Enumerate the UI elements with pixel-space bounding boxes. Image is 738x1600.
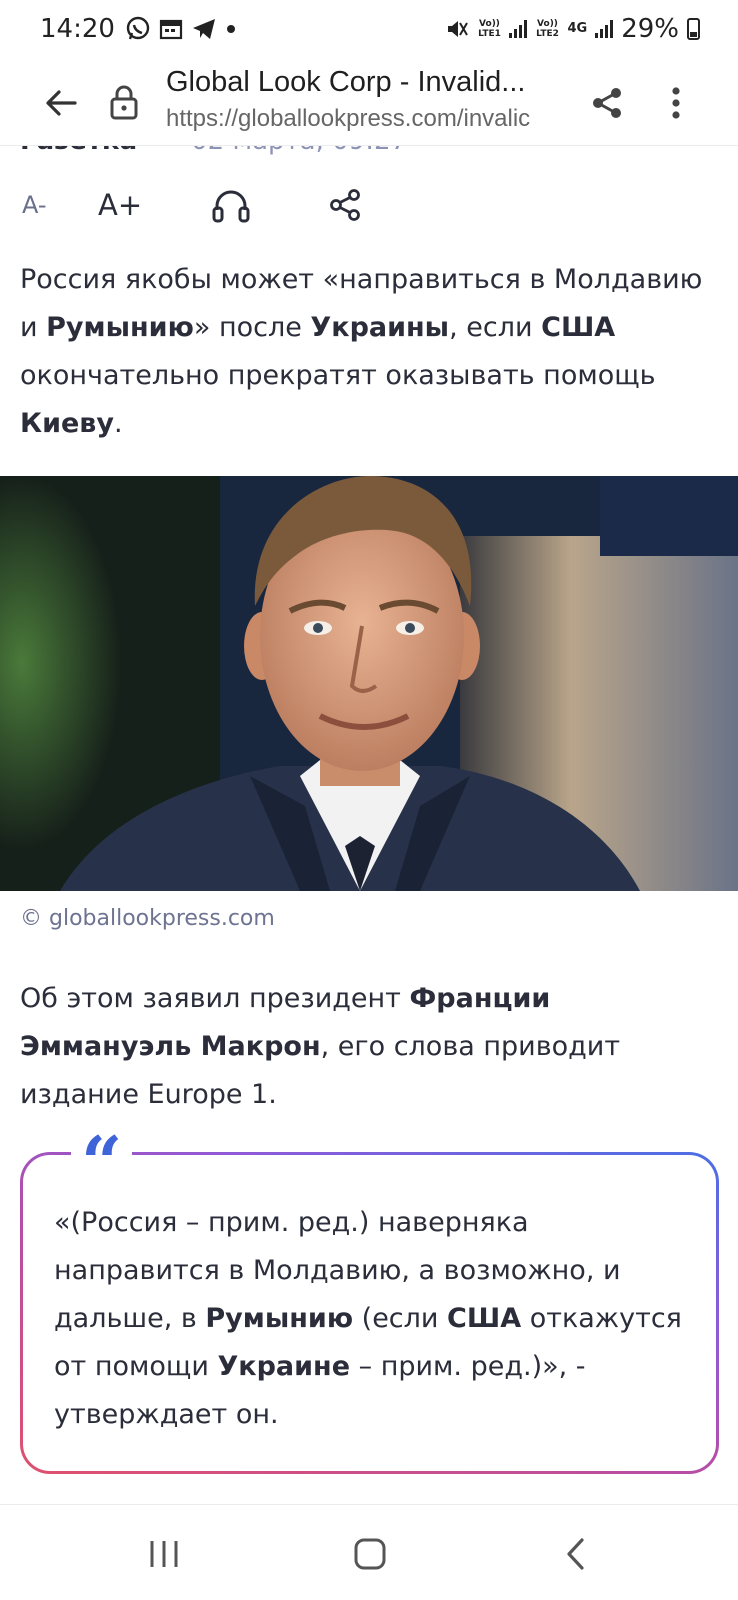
author-link[interactable]: Газетка [20,146,137,156]
tag-romania[interactable]: Румынию [46,312,194,343]
quote-text-2: (если [353,1303,448,1334]
para2-text-1: Об этом заявил президент [20,983,410,1014]
lte1-label: Vo)) LTE1 [478,19,501,39]
share-icon [593,88,621,118]
whatsapp-icon [126,16,150,40]
more-vertical-icon [672,87,680,119]
arrow-left-icon [46,90,77,116]
page-url: https://globallookpress.com/invalic [166,105,531,132]
nav-back-button[interactable] [546,1527,606,1581]
article-toolbar: A- A+ [0,180,738,236]
page-title: Global Look Corp - Invalid... [166,66,526,98]
lead-text-4: окончательно прекратят оказывать помощь [20,360,656,391]
more-options-button[interactable] [658,80,694,126]
home-button[interactable] [340,1527,400,1581]
quote-mark-icon: “ [71,1123,133,1187]
home-icon [354,1538,386,1570]
lead-text-5: . [114,408,123,439]
browser-toolbar: Global Look Corp - Invalid... https://gl… [0,58,738,146]
signal2-icon [595,20,614,38]
battery-percent: 29% [621,14,679,44]
recent-apps-button[interactable] [134,1527,194,1581]
lock-icon [110,85,138,120]
decrease-font-button[interactable]: A- [22,180,47,230]
byline: Газетка — 02 марта, 09:27 [20,146,407,156]
article-photo [0,476,738,891]
listen-button[interactable] [208,180,254,230]
quote-inner: “ «(Россия – прим. ред.) наверняка напра… [23,1123,716,1471]
status-time: 14:20 [40,14,115,44]
quote-text: «(Россия – прим. ред.) наверняка направи… [54,1199,694,1439]
quote-tag-usa[interactable]: США [447,1303,521,1334]
lead-text-3: , если [449,312,542,343]
lte2-label: Vo)) LTE2 [536,19,559,39]
share-nodes-icon [330,189,360,221]
photo-credit: © globallookpress.com [20,906,275,931]
address-bar[interactable]: Global Look Corp - Invalid... https://gl… [166,66,566,133]
lead-text-2: » после [193,312,311,343]
publish-date: 02 марта, 09:27 [191,146,407,156]
signal1-icon [509,20,528,38]
share-button[interactable] [584,80,630,126]
network-label: 4G [567,21,588,36]
byline-clip: Газетка — 02 марта, 09:27 [0,146,738,158]
quote-tag-romania[interactable]: Румынию [205,1303,353,1334]
tag-usa[interactable]: США [541,312,615,343]
paragraph-2: Об этом заявил президент Франции Эммануэ… [20,975,720,1119]
system-nav-bar [0,1504,738,1600]
tag-kyiv[interactable]: Киеву [20,408,114,439]
recent-apps-icon [150,1541,178,1567]
mute-icon [448,21,469,37]
quote-tag-ukraine[interactable]: Украине [217,1351,350,1382]
dot-icon [226,25,235,33]
status-bar: 14:20 Vo)) LTE1 Vo)) LTE2 4G 29% [0,0,738,58]
increase-font-button[interactable]: A+ [98,180,142,230]
byline-separator: — [151,146,177,156]
tag-ukraine[interactable]: Украины [310,312,449,343]
calendar-icon [159,19,183,40]
status-right: Vo)) LTE1 Vo)) LTE2 4G 29% [445,14,700,44]
notification-icons [125,16,237,42]
quote-box: “ «(Россия – прим. ред.) наверняка напра… [20,1123,719,1474]
battery-icon [687,18,700,40]
article-share-button[interactable] [322,180,368,230]
back-button[interactable] [38,80,84,126]
telegram-icon [192,19,215,39]
lead-paragraph: Россия якобы может «направиться в Молдав… [20,256,720,448]
portrait-illustration [0,476,738,891]
headphones-icon [212,190,250,223]
site-info-button[interactable] [104,78,144,126]
chevron-left-icon [567,1538,584,1570]
